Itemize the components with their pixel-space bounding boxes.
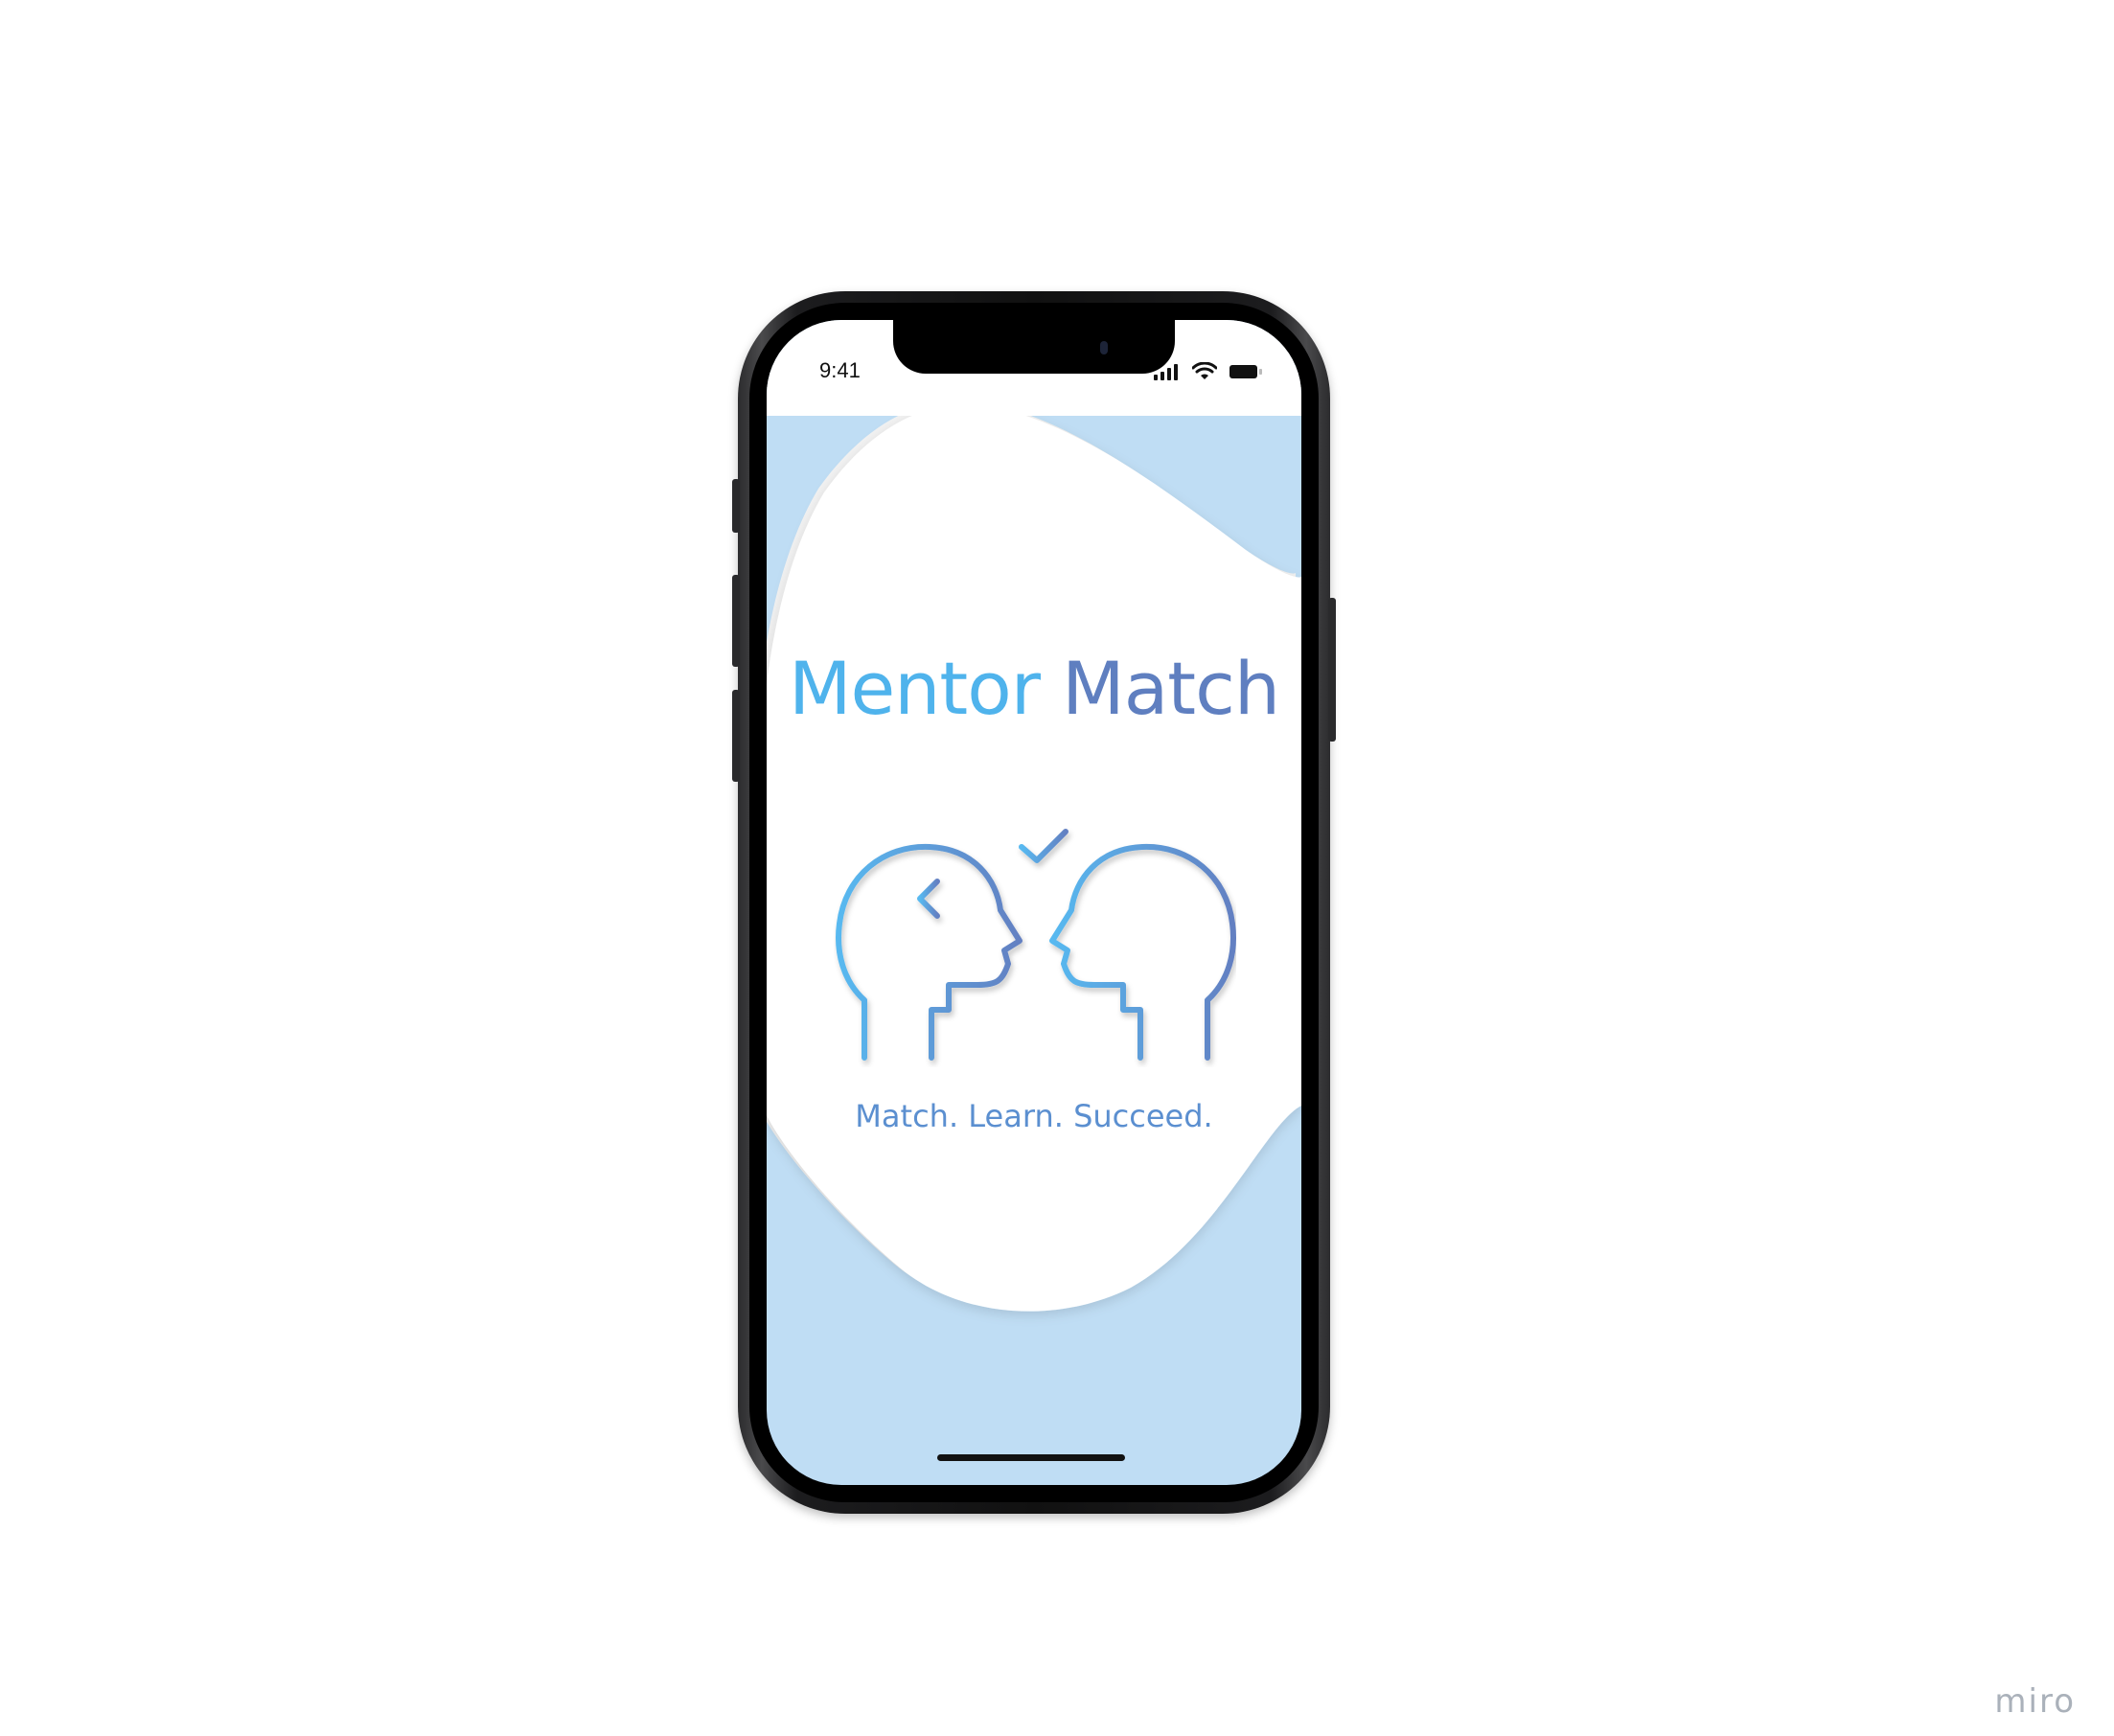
- mute-switch: [732, 479, 740, 533]
- artboard: 9:41 Mentor Match Match. Learn. Succeed.…: [0, 0, 2114, 1736]
- app-tagline: Match. Learn. Succeed.: [855, 1098, 1213, 1134]
- front-camera: [1100, 341, 1108, 354]
- app-title-word-mentor: Mentor: [788, 646, 1041, 731]
- app-title-word-match: Match: [1062, 646, 1280, 731]
- power-button: [1328, 598, 1336, 742]
- status-icons: [1154, 362, 1263, 381]
- volume-up-button: [732, 575, 740, 667]
- notch: [893, 320, 1175, 374]
- app-title: Mentor Match: [767, 646, 1301, 731]
- volume-down-button: [732, 690, 740, 782]
- app-screen[interactable]: 9:41 Mentor Match Match. Learn. Succeed.: [767, 320, 1301, 1485]
- status-time: 9:41: [819, 358, 861, 382]
- home-indicator[interactable]: [937, 1454, 1125, 1461]
- two-heads-mentor-match-icon: [836, 829, 1236, 1061]
- status-bar: 9:41: [767, 320, 1301, 416]
- phone-frame: 9:41 Mentor Match Match. Learn. Succeed.: [732, 291, 1336, 1514]
- wifi-icon: [1192, 362, 1217, 379]
- battery-icon: [1229, 365, 1262, 378]
- cellular-signal-icon: [1154, 364, 1178, 380]
- miro-watermark: miro: [1994, 1682, 2076, 1721]
